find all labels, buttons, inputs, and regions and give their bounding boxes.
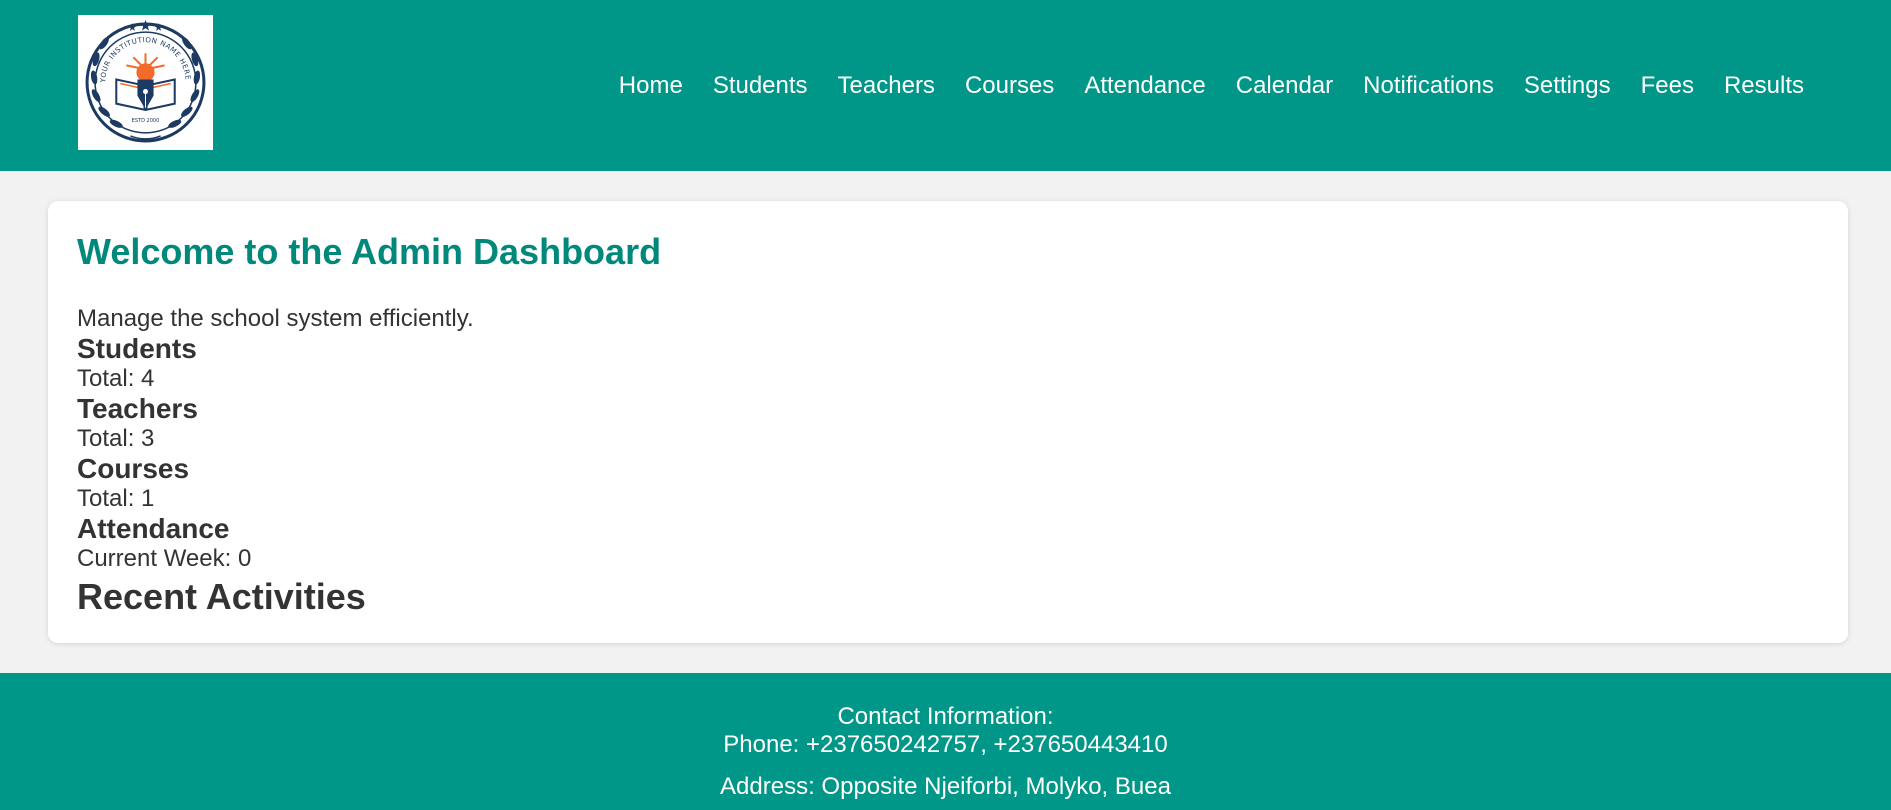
nav-settings[interactable]: Settings	[1524, 70, 1611, 102]
nav-calendar[interactable]: Calendar	[1236, 70, 1333, 102]
stat-attendance: Attendance Current Week: 0	[77, 514, 1819, 574]
stat-title: Courses	[77, 453, 190, 484]
site-footer: Contact Information: Phone: +23765024275…	[0, 673, 1891, 810]
institution-logo[interactable]: YOUR INSTITUTION NAME HERE ESTD 2000	[78, 15, 213, 150]
stat-value: Current Week: 0	[77, 545, 252, 572]
nav-courses[interactable]: Courses	[965, 70, 1054, 102]
stat-title: Attendance	[77, 513, 230, 544]
site-header: YOUR INSTITUTION NAME HERE ESTD 2000 Hom…	[0, 0, 1891, 171]
stat-title: Teachers	[77, 393, 198, 424]
intro-text: Manage the school system efficiently.	[77, 305, 474, 332]
nav-students[interactable]: Students	[713, 70, 808, 102]
main-nav: Home Students Teachers Courses Attendanc…	[589, 70, 1804, 102]
nav-notifications[interactable]: Notifications	[1363, 70, 1494, 102]
stat-students: Students Total: 4	[77, 334, 1819, 394]
stat-title: Students	[77, 333, 197, 364]
nav-home[interactable]: Home	[619, 70, 683, 102]
nav-fees[interactable]: Fees	[1641, 70, 1694, 102]
contact-address: Address: Opposite Njeiforbi, Molyko, Bue…	[720, 773, 1171, 800]
recent-activities-heading: Recent Activities	[77, 576, 366, 617]
nav-teachers[interactable]: Teachers	[838, 70, 935, 102]
nav-attendance[interactable]: Attendance	[1084, 70, 1205, 102]
page-title: Welcome to the Admin Dashboard	[77, 231, 662, 272]
logo-emblem-icon: YOUR INSTITUTION NAME HERE ESTD 2000	[85, 20, 206, 143]
contact-label: Contact Information:	[837, 703, 1054, 730]
stat-teachers: Teachers Total: 3	[77, 394, 1819, 454]
stat-value: Total: 1	[77, 485, 155, 512]
contact-phone: Phone: +237650242757, +237650443410	[723, 731, 1168, 758]
stat-value: Total: 3	[77, 425, 155, 452]
stat-courses: Courses Total: 1	[77, 454, 1819, 514]
dashboard-card: Welcome to the Admin Dashboard Manage th…	[48, 201, 1848, 643]
nav-results[interactable]: Results	[1724, 70, 1804, 102]
svg-text:ESTD 2000: ESTD 2000	[132, 118, 160, 124]
stat-value: Total: 4	[77, 365, 155, 392]
